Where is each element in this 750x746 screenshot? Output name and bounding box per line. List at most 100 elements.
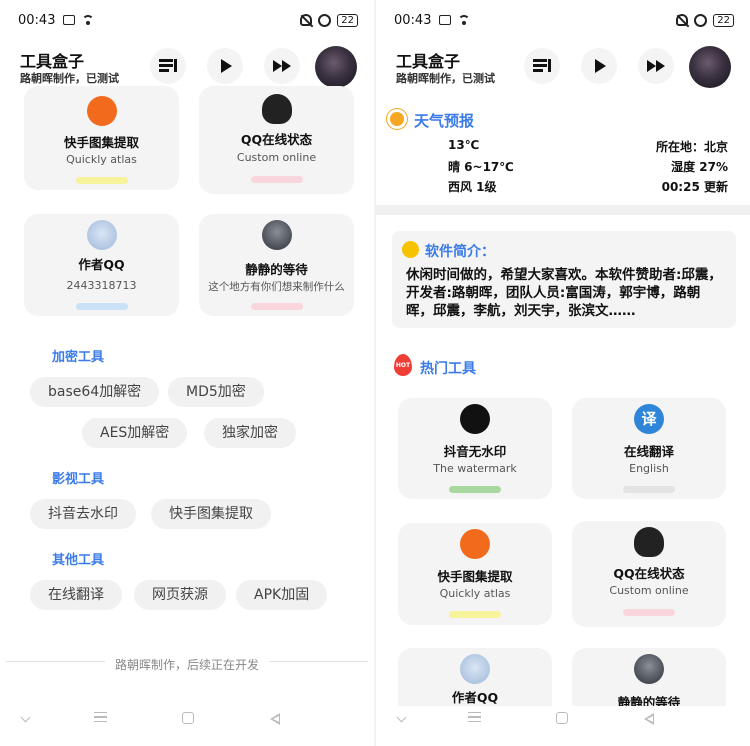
tool-card-qq-status[interactable]: QQ在线状态 Custom online (199, 86, 354, 194)
fast-forward-icon (647, 60, 665, 72)
card-title: 快手图集提取 (437, 569, 513, 584)
card-subtitle: Custom online (236, 151, 317, 164)
section-title-video: 影视工具 (52, 472, 105, 487)
battery-icon: 22 (713, 13, 734, 27)
nav-back-icon[interactable] (644, 713, 654, 725)
chip-exclusive-encrypt[interactable]: 独家加密 (204, 418, 296, 448)
card-title: QQ在线状态 (240, 132, 313, 147)
battery-icon: 22 (337, 13, 358, 27)
weather-updated: 00:25 更新 (661, 180, 728, 194)
weather-title: 天气预报 (414, 112, 475, 130)
hot-card-douyin[interactable]: 抖音无水印 The watermark (398, 398, 552, 499)
right-screen: 00:43 22 工具盒子 路朝晖制作，已测试 天气预报 13℃ 所在地：北京 … (376, 0, 750, 746)
chip-aes[interactable]: AES加解密 (82, 418, 188, 448)
playlist-icon (159, 59, 177, 73)
hot-card-translate[interactable]: 译 在线翻译 English (572, 398, 726, 499)
playlist-button[interactable] (150, 48, 186, 84)
avatar[interactable] (315, 46, 357, 88)
wifi-icon (81, 15, 95, 25)
fast-forward-button[interactable] (638, 48, 674, 84)
card-title: 作者QQ (451, 690, 499, 705)
qq-penguin-icon (261, 94, 292, 124)
section-separator (376, 205, 750, 215)
chip-base64[interactable]: base64加解密 (30, 377, 160, 407)
card-title: 在线翻译 (623, 444, 674, 459)
author-avatar-icon (460, 654, 490, 684)
nav-back-icon[interactable] (270, 713, 280, 725)
nav-home-icon[interactable] (556, 712, 568, 724)
chip-apk-harden[interactable]: APK加固 (236, 580, 328, 610)
app-title: 工具盒子 (396, 52, 461, 71)
chip-kuaishou-atlas[interactable]: 快手图集提取 (151, 499, 271, 529)
app-subtitle: 路朝晖制作，已测试 (20, 72, 119, 85)
app-header: 工具盒子 路朝晖制作，已测试 (376, 42, 750, 94)
hot-card-kuaishou[interactable]: 快手图集提取 Quickly atlas (398, 523, 552, 625)
fast-forward-icon (273, 60, 291, 72)
system-nav-bar (0, 706, 374, 734)
card-title: 静静的等待 (245, 262, 308, 277)
chip-douyin-watermark[interactable]: 抖音去水印 (30, 499, 136, 529)
app-title: 工具盒子 (20, 52, 85, 71)
nav-menu-icon[interactable] (94, 712, 107, 722)
play-button[interactable] (207, 48, 243, 84)
card-bar (250, 176, 303, 183)
play-icon (221, 59, 232, 73)
wait-avatar-icon (634, 654, 664, 684)
nav-menu-icon[interactable] (468, 712, 481, 722)
play-icon (595, 59, 606, 73)
chip-translate[interactable]: 在线翻译 (30, 580, 122, 610)
hot-icon-label: HOT (395, 362, 411, 369)
weather-humidity: 湿度 27% (671, 160, 728, 174)
section-title-other: 其他工具 (52, 553, 105, 568)
card-bar (250, 303, 303, 310)
card-subtitle: Quickly atlas (439, 587, 511, 600)
avatar[interactable] (689, 46, 731, 88)
weather-condition: 晴 6~17℃ (448, 160, 514, 174)
author-avatar-icon (86, 220, 117, 250)
chip-web-source[interactable]: 网页获源 (134, 580, 226, 610)
nav-collapse-icon[interactable] (396, 712, 407, 723)
weather-temp: 13℃ (448, 138, 480, 152)
play-button[interactable] (581, 48, 617, 84)
hot-flame-icon: HOT (394, 354, 412, 376)
hot-card-qq-status[interactable]: QQ在线状态 Custom online (572, 521, 726, 627)
status-time: 00:43 (394, 12, 432, 28)
nav-collapse-icon[interactable] (20, 712, 31, 723)
card-subtitle: 这个地方有你们想来制作什么 (208, 281, 345, 293)
intro-title: 软件简介： (425, 244, 495, 260)
card-bar (449, 611, 501, 618)
mute-icon (676, 14, 689, 26)
wifi-icon (457, 15, 471, 25)
card-subtitle: Quickly atlas (66, 153, 137, 166)
alarm-icon (318, 13, 332, 27)
fast-forward-button[interactable] (264, 48, 300, 84)
section-title-encrypt: 加密工具 (52, 350, 105, 365)
sun-icon (390, 112, 404, 126)
card-subtitle: English (629, 462, 669, 475)
status-bar: 00:43 22 (376, 8, 750, 32)
card-title: 抖音无水印 (443, 444, 507, 459)
card-subtitle: The watermark (433, 462, 517, 475)
kuaishou-icon (86, 96, 117, 126)
card-title: 作者QQ (78, 257, 125, 272)
hot-tools-title: 热门工具 (420, 361, 476, 377)
playlist-button[interactable] (524, 48, 560, 84)
tool-card-waiting[interactable]: 静静的等待 这个地方有你们想来制作什么 (199, 214, 354, 316)
nav-home-icon[interactable] (182, 712, 194, 724)
alarm-icon (694, 13, 708, 27)
tool-card-author-qq[interactable]: 作者QQ 2443318713 (24, 214, 179, 316)
left-screen: 00:43 22 工具盒子 路朝晖制作，已测试 快手图集提取 Quickly a… (0, 0, 374, 746)
status-time: 00:43 (18, 12, 56, 28)
kuaishou-icon (460, 529, 490, 559)
weather-location: 所在地：北京 (655, 140, 728, 154)
intro-text: 休闲时间做的，希望大家喜欢。本软件赞助者:邱震，开发者:路朝晖，团队人员:富国涛… (406, 267, 722, 319)
notification-icon (439, 15, 452, 25)
system-nav-bar (376, 706, 750, 734)
footer-text: 路朝晖制作，后续正在开发 (104, 658, 269, 672)
app-subtitle: 路朝晖制作，已测试 (396, 72, 495, 85)
card-subtitle: Custom online (609, 584, 689, 597)
chip-md5[interactable]: MD5加密 (168, 377, 264, 407)
tool-card-kuaishou[interactable]: 快手图集提取 Quickly atlas (24, 86, 179, 190)
intro-card: 软件简介： 休闲时间做的，希望大家喜欢。本软件赞助者:邱震，开发者:路朝晖，团队… (392, 231, 736, 328)
status-bar: 00:43 22 (0, 8, 374, 32)
